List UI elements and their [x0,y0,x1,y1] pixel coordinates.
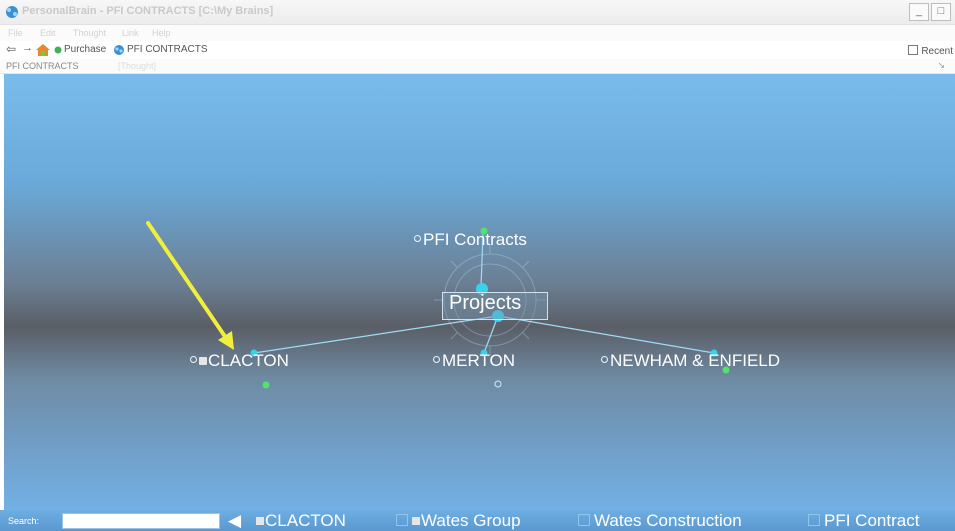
thought-dot-icon [190,356,197,363]
navigation-bar: ⇦ → Purchase PFI CONTRACTS Recent [0,41,955,59]
link-clacton [253,315,499,354]
nav-item-purchase[interactable]: Purchase [64,44,106,55]
child-thought-newham-enfield[interactable]: NEWHAM & ENFIELD [601,351,780,371]
back-button[interactable]: ⇦ [6,42,16,56]
parent-thought-label: PFI Contracts [423,230,527,249]
menu-link[interactable]: Link [122,28,139,38]
recent-label: Recent [921,46,953,57]
forward-button[interactable]: → [22,42,33,54]
thought-dot-icon [601,356,608,363]
breadcrumb-faded: [Thought] [118,61,157,71]
window-title: PersonalBrain - PFI CONTRACTS [C:\My Bra… [22,5,274,17]
thought-dot-icon [54,46,62,54]
plex-view[interactable]: PFI Contracts Projects CLACTON MERTON NE… [4,74,955,510]
brain-app-icon [6,6,18,18]
menu-thought[interactable]: Thought [73,28,106,38]
history-label: Wates Construction [594,511,742,530]
thought-box-icon [578,514,590,526]
home-icon[interactable] [36,44,50,56]
child-thought-merton[interactable]: MERTON [433,351,515,371]
menu-bar: File Edit Thought Link Help [0,25,955,41]
note-icon [412,517,420,525]
restore-button[interactable]: □ [931,3,951,21]
history-back-icon[interactable]: ◀ [228,511,241,531]
history-label: CLACTON [265,511,346,530]
active-thought-label: Projects [449,292,522,314]
brain-icon [114,45,124,55]
menu-edit[interactable]: Edit [40,28,56,38]
minimize-button[interactable]: _ [909,3,929,21]
menu-file[interactable]: File [8,28,23,38]
child-label-newham-enfield: NEWHAM & ENFIELD [610,351,781,370]
node-clacton-green [262,381,270,389]
child-label-merton: MERTON [442,351,516,370]
yellow-arrow-icon [146,221,234,350]
menu-help[interactable]: Help [152,28,171,38]
thought-box-icon [396,514,408,526]
recent-checkbox[interactable]: Recent [908,45,953,57]
node-merton-ring [494,380,502,388]
thought-dot-icon [433,356,440,363]
history-item-wates-construction[interactable]: Wates Construction [578,511,742,531]
note-icon [256,517,264,525]
title-bar: PersonalBrain - PFI CONTRACTS [C:\My Bra… [0,0,955,25]
bottom-bar: Search: ◀ CLACTON Wates Group Wates Cons… [0,510,955,531]
breadcrumb: PFI CONTRACTS [Thought] ↘ [0,59,955,74]
history-item-wates-group[interactable]: Wates Group [396,511,521,531]
thought-box-icon [808,514,820,526]
resize-corner-icon[interactable]: ↘ [937,60,945,71]
search-label: Search: [8,516,40,526]
search-input[interactable] [62,513,220,529]
child-label-clacton: CLACTON [208,351,289,370]
checkbox-icon[interactable] [908,45,919,55]
history-label: PFI Contract [824,511,920,530]
link-newham [497,315,715,354]
thought-dot-icon [414,235,421,242]
history-item-clacton[interactable]: CLACTON [256,511,346,531]
child-thought-clacton[interactable]: CLACTON [190,351,289,371]
history-label: Wates Group [421,511,521,530]
breadcrumb-current[interactable]: PFI CONTRACTS [6,61,79,71]
note-icon [199,357,207,365]
history-item-pfi-contracts[interactable]: PFI Contract [808,511,919,531]
nav-item-pfi-contracts[interactable]: PFI CONTRACTS [127,44,208,55]
parent-thought[interactable]: PFI Contracts [414,230,527,250]
